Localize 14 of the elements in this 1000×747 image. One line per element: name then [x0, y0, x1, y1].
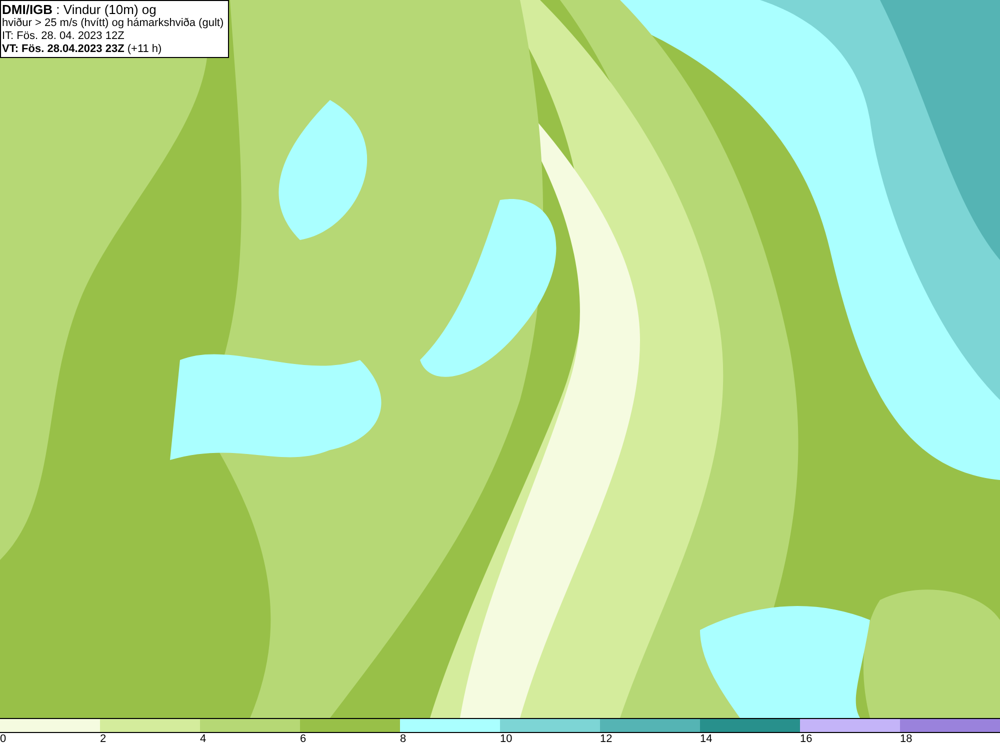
legend-label: 16 — [800, 733, 812, 746]
legend-label: 4 — [200, 733, 206, 746]
title-line: VT: Fös. 28.04.2023 23Z (+11 h) — [2, 43, 163, 56]
title-line: hviður > 25 m/s (hvítt) og hámarkshviða (gult) — [2, 17, 225, 30]
legend-label: 10 — [500, 733, 512, 746]
legend-label: 14 — [700, 733, 712, 746]
legend-label: 0 — [0, 733, 6, 746]
title-line: IT: Fös. 28. 04. 2023 12Z — [2, 30, 126, 43]
legend-label: 2 — [100, 733, 106, 746]
legend-label: 18 — [900, 733, 912, 746]
title-line: DMI/IGB : Vindur (10m) og — [2, 2, 158, 17]
legend-label: 8 — [400, 733, 406, 746]
legend-label: 6 — [300, 733, 306, 746]
legend-label: 12 — [600, 733, 612, 746]
